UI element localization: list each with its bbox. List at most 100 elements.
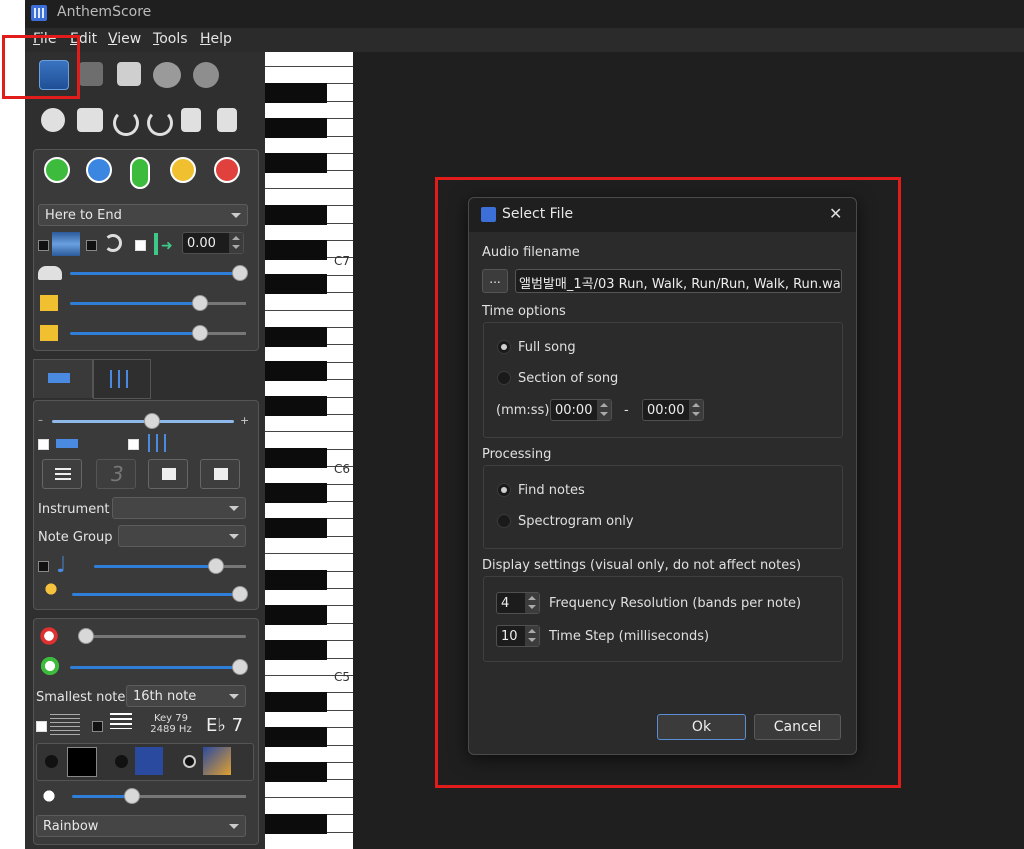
spin-arrows-icon[interactable] <box>689 400 703 420</box>
smallest-note-select[interactable]: 16th note <box>126 685 246 707</box>
spectrogram-only-radio[interactable] <box>497 514 511 528</box>
black-key[interactable] <box>265 361 327 382</box>
lock-icon <box>162 468 176 480</box>
black-key[interactable] <box>265 726 327 747</box>
black-key[interactable] <box>265 83 327 103</box>
horizontal-zoom-slider-handle[interactable] <box>232 659 248 675</box>
black-key[interactable] <box>265 117 327 138</box>
colormap-select[interactable]: Rainbow <box>36 815 246 837</box>
browse-button[interactable]: ... <box>482 269 508 293</box>
black-key[interactable] <box>265 448 327 469</box>
undo-icon[interactable] <box>113 110 139 136</box>
note-group-select[interactable] <box>118 525 246 547</box>
copy-icon[interactable] <box>181 108 201 132</box>
menu-tools[interactable]: Tools <box>153 31 188 47</box>
spectrogram-brightness-slider[interactable] <box>72 788 246 804</box>
notes-volume-slider[interactable] <box>70 325 246 341</box>
spin-arrows-icon[interactable] <box>229 233 243 253</box>
zoom-slider[interactable] <box>52 413 234 429</box>
show-bars-checkbox[interactable] <box>128 439 139 450</box>
note-length-slider-handle[interactable] <box>208 558 224 574</box>
vertical-zoom-slider-handle[interactable] <box>78 628 94 644</box>
spin-arrows-icon[interactable] <box>597 400 611 420</box>
print-icon[interactable] <box>77 108 103 132</box>
black-key[interactable] <box>265 605 327 625</box>
lock-button[interactable] <box>148 459 188 489</box>
spectrogram-brightness-slider-handle[interactable] <box>124 788 140 804</box>
black-key[interactable] <box>265 813 327 834</box>
loop-checkbox[interactable] <box>86 240 97 251</box>
grid-checkbox[interactable] <box>92 721 103 732</box>
speed-slider[interactable] <box>70 265 248 281</box>
black-key[interactable] <box>265 326 327 347</box>
section-of-song-radio[interactable] <box>497 371 511 385</box>
audio-filename-input[interactable]: 앨범발매_1곡/03 Run, Walk, Run/Run, Walk, Run… <box>515 269 842 293</box>
unlock-button[interactable] <box>200 459 240 489</box>
find-notes-radio[interactable] <box>497 483 511 497</box>
spin-arrows-icon[interactable] <box>525 626 539 646</box>
ok-button[interactable]: Ok <box>657 714 746 740</box>
black-key[interactable] <box>265 274 327 295</box>
black-key[interactable] <box>265 239 327 260</box>
menu-view[interactable]: View <box>108 31 141 47</box>
full-song-radio[interactable] <box>497 340 511 354</box>
instrument-select[interactable] <box>112 497 246 519</box>
black-key[interactable] <box>265 152 327 173</box>
piano-keyboard[interactable]: C7 C6 C5 <box>265 52 353 849</box>
black-key[interactable] <box>265 639 327 660</box>
black-key[interactable] <box>265 570 327 591</box>
export-icon[interactable] <box>117 62 141 86</box>
play-both-icon[interactable] <box>130 157 150 189</box>
black-key[interactable] <box>265 396 327 417</box>
time-step-input[interactable]: 10 <box>496 625 540 647</box>
note-length-slider[interactable] <box>94 558 246 574</box>
horizontal-zoom-slider[interactable] <box>70 659 248 675</box>
loop-region-checkbox[interactable] <box>38 240 49 251</box>
staff-checkbox[interactable] <box>36 721 47 732</box>
volume-slider[interactable] <box>70 295 246 311</box>
start-time-input[interactable]: 00:00 <box>550 399 612 421</box>
notes-volume-slider-handle[interactable] <box>192 325 208 341</box>
convert-settings-icon[interactable] <box>153 62 181 88</box>
play-icon[interactable] <box>44 157 70 183</box>
black-key[interactable] <box>265 204 327 225</box>
tab-notes[interactable] <box>33 359 93 398</box>
time-format-label: (mm:ss) <box>496 403 550 418</box>
colormap-radio-rainbow[interactable] <box>183 755 196 768</box>
gear-icon[interactable] <box>41 108 65 132</box>
music-note-icon[interactable] <box>193 62 219 88</box>
spin-arrows-icon[interactable] <box>525 593 539 613</box>
follow-checkbox[interactable] <box>135 240 146 251</box>
volume-slider-handle[interactable] <box>192 295 208 311</box>
vertical-zoom-slider[interactable] <box>78 628 246 644</box>
cancel-button[interactable]: Cancel <box>754 714 841 740</box>
colormap-radio-blue[interactable] <box>115 755 128 768</box>
redo-icon[interactable] <box>147 110 173 136</box>
menu-lines-button[interactable] <box>42 459 82 489</box>
offset-spinbox[interactable]: 0.00 <box>182 232 244 254</box>
tab-bars[interactable] <box>93 359 151 399</box>
close-icon[interactable]: ✕ <box>829 204 842 223</box>
triplet-button[interactable]: 3 <box>96 459 136 489</box>
show-notes-checkbox[interactable] <box>38 439 49 450</box>
colormap-radio-black[interactable] <box>45 755 58 768</box>
note-brightness-slider-handle[interactable] <box>232 586 248 602</box>
stop-icon[interactable] <box>214 157 240 183</box>
playback-range-select[interactable]: Here to End <box>38 204 248 226</box>
frequency-resolution-input[interactable]: 4 <box>496 592 540 614</box>
zoom-slider-handle[interactable] <box>144 413 160 429</box>
black-key[interactable] <box>265 518 327 538</box>
note-length-checkbox[interactable] <box>38 561 49 572</box>
menu-help[interactable]: Help <box>200 31 232 47</box>
note-brightness-slider[interactable] <box>72 586 248 602</box>
paste-icon[interactable] <box>217 108 237 132</box>
black-key[interactable] <box>265 483 327 504</box>
pause-icon[interactable] <box>170 157 196 183</box>
playback-range-value: Here to End <box>45 208 122 223</box>
end-time-input[interactable]: 00:00 <box>642 399 704 421</box>
save-icon[interactable] <box>79 62 103 86</box>
black-key[interactable] <box>265 692 327 712</box>
speed-slider-handle[interactable] <box>232 265 248 281</box>
black-key[interactable] <box>265 761 327 782</box>
play-notes-icon[interactable] <box>86 157 112 183</box>
